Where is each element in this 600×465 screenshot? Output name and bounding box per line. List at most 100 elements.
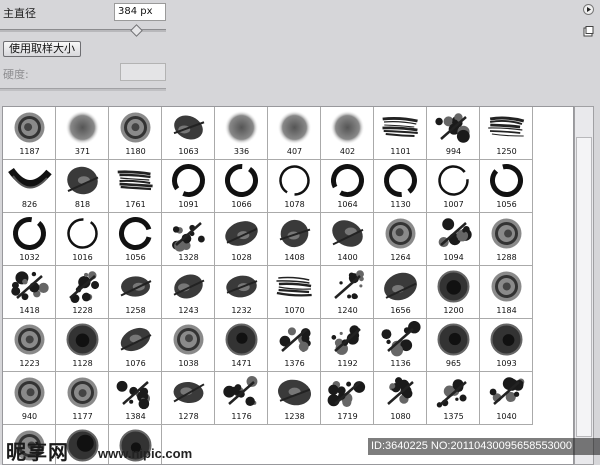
brush-preset[interactable]: 1184 (480, 266, 533, 319)
play-arrow-icon[interactable] (583, 4, 594, 15)
brush-preset[interactable]: 1400 (321, 213, 374, 266)
brush-preset[interactable]: 336 (215, 107, 268, 160)
brush-size-label: 826 (21, 200, 38, 209)
brush-preset[interactable]: 1078 (268, 160, 321, 213)
brush-size-label: 1400 (337, 253, 358, 262)
brush-preset[interactable]: 1056 (480, 160, 533, 213)
brush-tip-icon (436, 379, 467, 408)
brush-preset[interactable]: 1408 (268, 213, 321, 266)
brush-preset[interactable]: 1128 (56, 319, 109, 372)
brush-preset[interactable]: 1328 (162, 213, 215, 266)
brush-preset[interactable]: 1192 (321, 319, 374, 372)
diameter-slider-thumb[interactable] (130, 24, 143, 37)
brush-tip-icon (435, 113, 470, 143)
brush-size-label: 1250 (496, 147, 517, 156)
brush-preset[interactable]: 1176 (215, 372, 268, 425)
brush-preset[interactable]: 1278 (162, 372, 215, 425)
brush-preset[interactable]: 402 (321, 107, 374, 160)
hardness-label: 硬度: (3, 68, 29, 81)
brush-size-label: 1328 (178, 253, 199, 262)
brush-preset[interactable]: 1040 (480, 372, 533, 425)
new-preset-icon[interactable] (583, 26, 594, 37)
brush-preset[interactable]: 826 (3, 160, 56, 213)
brush-preset[interactable]: 1375 (427, 372, 480, 425)
brush-preset[interactable]: 1038 (162, 319, 215, 372)
brush-preset[interactable]: 1187 (3, 107, 56, 160)
brush-preset[interactable]: 1418 (3, 266, 56, 319)
brush-preset[interactable]: 994 (427, 107, 480, 160)
brush-preset[interactable]: 818 (56, 160, 109, 213)
grid-scrollbar[interactable] (574, 106, 594, 465)
brush-size-label: 336 (233, 147, 250, 156)
brush-preset[interactable]: 1376 (268, 319, 321, 372)
brush-preset[interactable]: 1070 (268, 266, 321, 319)
brush-preset[interactable]: 1243 (162, 266, 215, 319)
brush-tip-icon (385, 218, 416, 249)
brush-size-label: 1243 (178, 306, 199, 315)
brush-preset[interactable]: 1258 (109, 266, 162, 319)
use-sample-size-button[interactable]: 使用取样大小 (3, 41, 81, 57)
brush-preset[interactable]: 1136 (374, 319, 427, 372)
brush-tip-icon (382, 116, 418, 137)
brush-preset[interactable]: 1028 (215, 213, 268, 266)
brush-preset[interactable]: 1066 (215, 160, 268, 213)
brush-preset[interactable]: 1093 (480, 319, 533, 372)
brush-tip-icon (67, 166, 99, 195)
brush-size-label: 1028 (231, 253, 252, 262)
brush-size-label: 1187 (19, 147, 40, 156)
hardness-input[interactable] (120, 63, 166, 81)
brush-tip-icon (14, 112, 45, 143)
brush-preset[interactable]: 1223 (3, 319, 56, 372)
brush-size-label: 1408 (284, 253, 305, 262)
brush-preset[interactable]: 1264 (374, 213, 427, 266)
brush-preset[interactable]: 1091 (162, 160, 215, 213)
brush-size-label: 1032 (19, 253, 40, 262)
brush-tip-icon (119, 217, 152, 250)
brush-size-label: 1258 (125, 306, 146, 315)
brush-preset[interactable]: 1076 (109, 319, 162, 372)
brush-preset[interactable]: 1007 (427, 160, 480, 213)
brush-preset[interactable]: 1032 (3, 213, 56, 266)
brush-tip-icon (173, 115, 205, 140)
brush-preset[interactable]: 371 (56, 107, 109, 160)
brush-tip-icon (172, 164, 205, 197)
brush-preset[interactable]: 1016 (56, 213, 109, 266)
brush-preset[interactable]: 1200 (427, 266, 480, 319)
brush-size-label: 1278 (178, 412, 199, 421)
brush-preset[interactable]: 1063 (162, 107, 215, 160)
diameter-label: 主直径 (3, 7, 36, 20)
brush-preset[interactable]: 1094 (427, 213, 480, 266)
brush-tip-icon (120, 327, 152, 352)
brush-preset[interactable]: 1228 (56, 266, 109, 319)
brush-preset[interactable]: 1101 (374, 107, 427, 160)
brush-size-label: 1719 (337, 412, 358, 421)
brush-preset[interactable]: 1288 (480, 213, 533, 266)
brush-preset[interactable]: 1238 (268, 372, 321, 425)
brush-preset[interactable]: 965 (427, 319, 480, 372)
brush-preset[interactable]: 1384 (109, 372, 162, 425)
brush-preset[interactable]: 1471 (215, 319, 268, 372)
brush-preset[interactable]: 1232 (215, 266, 268, 319)
brush-preset[interactable]: 940 (3, 372, 56, 425)
brush-preset[interactable]: 1080 (374, 372, 427, 425)
brush-preset[interactable]: 1064 (321, 160, 374, 213)
brush-size-label: 1200 (443, 306, 464, 315)
scrollbar-thumb[interactable] (576, 137, 592, 437)
brush-preset[interactable]: 1719 (321, 372, 374, 425)
diameter-input[interactable]: 384 px (114, 3, 166, 21)
brush-preset[interactable]: 1240 (321, 266, 374, 319)
brush-preset[interactable]: 407 (268, 107, 321, 160)
brush-preset[interactable]: 1177 (56, 372, 109, 425)
brush-preset[interactable]: 1250 (480, 107, 533, 160)
brush-tip-icon (8, 167, 52, 189)
brush-tip-icon (330, 110, 365, 145)
hardness-slider-track[interactable] (0, 88, 166, 91)
brush-preset[interactable]: 1180 (109, 107, 162, 160)
brush-preset[interactable]: 1130 (374, 160, 427, 213)
brush-size-label: 1176 (231, 412, 252, 421)
brush-preset[interactable]: 1656 (374, 266, 427, 319)
brush-preset[interactable]: 1056 (109, 213, 162, 266)
brush-size-label: 1761 (125, 200, 146, 209)
brush-tip-icon (173, 324, 204, 355)
brush-preset[interactable]: 1761 (109, 160, 162, 213)
